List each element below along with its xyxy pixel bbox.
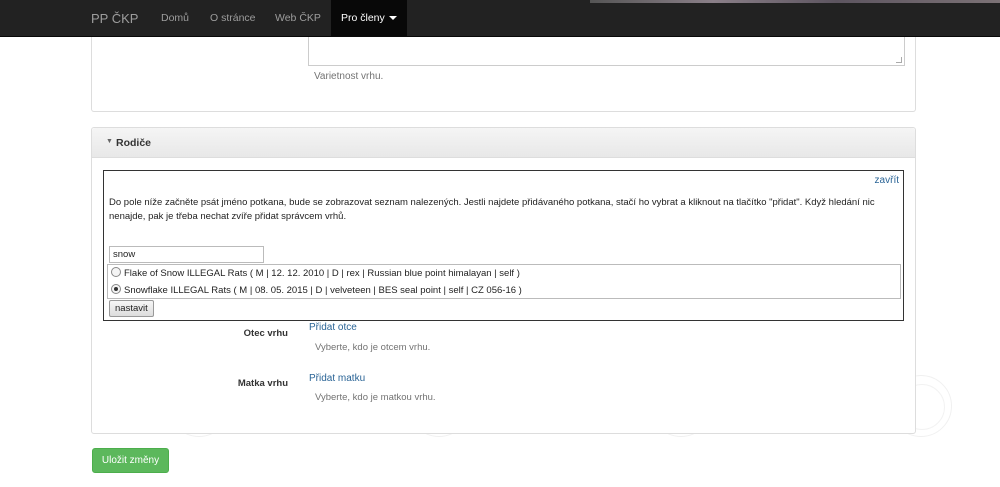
mother-help-text: Vyberte, kdo je matkou vrhu. (315, 392, 436, 403)
popup-instructions: Do pole níže začněte psát jméno potkana,… (109, 197, 875, 222)
rat-search-input[interactable] (109, 246, 264, 263)
collapse-arrow-icon[interactable]: ▼ (106, 138, 113, 145)
parent-search-popup: zavřít Do pole níže začněte psát jméno p… (103, 170, 904, 321)
nav-item-ckp-web[interactable]: Web ČKP (275, 0, 321, 37)
add-mother-link[interactable]: Přidat matku (309, 373, 365, 384)
search-result-label: Flake of Snow ILLEGAL Rats ( M | 12. 12.… (124, 268, 520, 279)
search-result-item[interactable]: Snowflake ILLEGAL Rats ( M | 08. 05. 201… (111, 283, 522, 298)
mother-label: Matka vrhu (237, 378, 288, 389)
father-help-text: Vyberte, kdo je otcem vrhu. (315, 342, 431, 353)
father-label: Otec vrhu (243, 328, 288, 339)
add-father-link[interactable]: Přidat otce (309, 322, 357, 333)
nav-item-home[interactable]: Domů (161, 0, 189, 37)
nav-item-members[interactable]: Pro členy (331, 0, 407, 37)
caret-down-icon (388, 16, 397, 21)
resize-grip-icon[interactable] (896, 57, 902, 63)
search-result-item[interactable]: Flake of Snow ILLEGAL Rats ( M | 12. 12.… (111, 266, 520, 281)
page: Český Klub chovatelůCzech Fancy Rat Club… (0, 0, 1000, 487)
variety-help-text: Varietnost vrhu. (314, 71, 384, 82)
nav-item-members-label: Pro členy (341, 12, 385, 24)
parents-panel-heading[interactable]: ▼ Rodiče (92, 128, 915, 158)
brand-link[interactable]: PP ČKP (91, 0, 138, 37)
radio-checked-icon[interactable] (111, 284, 121, 294)
set-button[interactable]: nastavit (109, 300, 154, 317)
search-results-list: Flake of Snow ILLEGAL Rats ( M | 12. 12.… (107, 264, 901, 299)
radio-unchecked-icon[interactable] (111, 267, 121, 277)
navbar: PP ČKP Domů O stránce Web ČKP Pro členy (0, 0, 1000, 37)
navbar-banner-strip (590, 0, 1000, 3)
search-result-label: Snowflake ILLEGAL Rats ( M | 08. 05. 201… (124, 285, 522, 296)
save-changes-button[interactable]: Uložit změny (92, 448, 169, 473)
nav-item-about[interactable]: O stránce (210, 0, 256, 37)
parents-panel-title: Rodiče (116, 137, 152, 149)
popup-close-link[interactable]: zavřít (875, 175, 899, 186)
